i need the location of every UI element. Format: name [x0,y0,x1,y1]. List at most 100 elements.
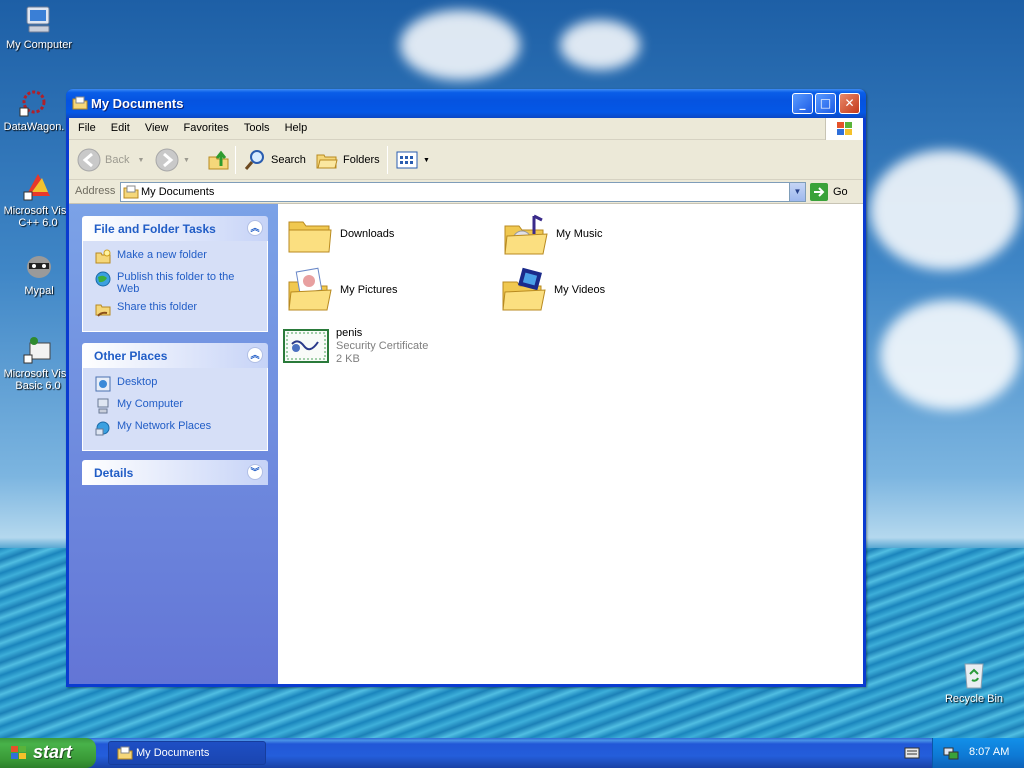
datawagon-icon [19,90,46,117]
panel-title: File and Folder Tasks [94,222,216,236]
folders-button[interactable]: Folders [315,148,380,172]
task-label: Make a new folder [117,249,207,261]
cloud [560,20,640,70]
computer-icon [26,6,50,33]
close-icon: ✕ [844,96,855,110]
search-label: Search [271,154,306,166]
visual-basic-icon [23,337,51,364]
panel-title: Other Places [94,349,168,363]
item-name: penis [336,326,363,339]
item-name: My Videos [554,283,606,296]
details-header[interactable]: Details ︾ [82,460,268,485]
explorer-window: My Documents _ □ ✕ File Edit View Favori… [66,89,866,687]
item-type: Security Certificate [336,339,429,352]
details-panel: Details ︾ [82,460,268,485]
close-button[interactable]: ✕ [839,93,860,114]
file-folder-tasks-body: Make a new folder Publish this folder to… [82,241,268,332]
desktop-icon-label: Recycle Bin [944,693,1004,705]
file-folder-tasks-panel: File and Folder Tasks ︽ Make a new folde… [82,216,268,332]
visual-cpp-icon [23,174,50,201]
documents-folder-icon [117,746,133,760]
place-label: Desktop [117,376,158,388]
maximize-icon: □ [819,96,832,110]
desktop-icon-datawagon[interactable]: DataWagon. [0,86,74,133]
menu-tools[interactable]: Tools [238,118,276,134]
up-folder-button[interactable] [207,148,231,172]
menu-view[interactable]: View [139,118,175,134]
views-dropdown-icon: ▼ [423,156,430,164]
collapse-chevron-icon[interactable]: ︽ [247,220,263,236]
place-label: My Computer [117,398,184,410]
folder-my-videos[interactable]: My Videos [500,266,605,314]
menu-help[interactable]: Help [279,118,314,134]
task-pane: File and Folder Tasks ︽ Make a new folde… [69,204,278,684]
raccoon-icon [27,256,51,278]
back-arrow-icon [77,148,101,172]
place-desktop[interactable]: Desktop [95,376,259,392]
address-input[interactable]: My Documents ▼ [120,182,806,202]
go-button[interactable]: Go [810,183,848,201]
item-size: 2 KB [336,352,360,365]
forward-arrow-icon [155,148,179,172]
minimize-button[interactable]: _ [792,93,813,114]
windows-flag-icon [837,122,852,135]
taskbar-button-label: My Documents [136,747,210,759]
window-body: File and Folder Tasks ︽ Make a new folde… [69,204,863,684]
menu-file[interactable]: File [72,118,102,134]
other-places-header[interactable]: Other Places ︽ [82,343,268,368]
videos-folder-icon [502,267,546,311]
window-title: My Documents [91,96,184,111]
collapse-chevron-icon[interactable]: ︽ [247,347,263,363]
place-label: My Network Places [117,420,212,432]
forward-dropdown-icon[interactable]: ▼ [183,157,190,164]
clock[interactable]: 8:07 AM [969,746,1009,758]
desktop-icon-label: My Computer [5,39,73,51]
address-value: My Documents [141,186,215,198]
desktop-icon-recycle-bin[interactable]: Recycle Bin [934,658,1014,705]
file-security-certificate[interactable]: penis Security Certificate 2 KB [282,322,428,370]
keyboard-icon[interactable] [904,747,920,759]
start-button[interactable]: start [0,738,96,768]
pictures-folder-icon [288,267,332,311]
share-folder-icon [95,304,111,317]
file-list-view: Downloads My Music My Pictures My Videos… [278,204,863,684]
search-button[interactable]: Search [243,148,306,172]
folder-my-music[interactable]: My Music [502,210,602,258]
file-info: penis Security Certificate 2 KB [336,327,428,366]
views-button[interactable]: ▼ [395,148,430,172]
other-places-body: Desktop My Computer My Network Places [82,368,268,451]
documents-folder-icon [72,96,88,110]
title-bar[interactable]: My Documents _ □ ✕ [66,89,866,118]
address-dropdown-button[interactable]: ▼ [789,183,805,201]
task-make-new-folder[interactable]: Make a new folder [95,249,259,265]
back-button[interactable]: Back ▼ [77,148,144,172]
file-folder-tasks-header[interactable]: File and Folder Tasks ︽ [82,216,268,241]
folder-my-pictures[interactable]: My Pictures [286,266,397,314]
folder-downloads[interactable]: Downloads [286,210,394,258]
menu-edit[interactable]: Edit [105,118,136,134]
expand-chevron-icon[interactable]: ︾ [247,464,263,480]
back-dropdown-icon[interactable]: ▼ [137,157,144,164]
back-label: Back [105,154,130,166]
taskbar-button-my-documents[interactable]: My Documents [108,741,266,765]
network-tray-icon[interactable] [943,745,959,761]
task-share-folder[interactable]: Share this folder [95,301,259,317]
desktop-icon-label: DataWagon. [3,121,65,133]
computer-icon [97,398,109,414]
item-name: My Pictures [340,283,398,296]
menu-favorites[interactable]: Favorites [178,118,235,134]
place-my-network-places[interactable]: My Network Places [95,420,259,436]
item-name: My Music [556,227,603,240]
search-icon [244,150,264,170]
desktop-icon-my-computer[interactable]: My Computer [0,4,79,51]
certificate-icon [283,329,329,363]
cloud [400,10,520,80]
task-publish-to-web[interactable]: Publish this folder to the Web [95,271,259,295]
menu-bar: File Edit View Favorites Tools Help [69,118,863,140]
music-folder-icon [504,214,548,255]
network-places-icon [95,421,110,436]
maximize-button[interactable]: □ [815,93,836,114]
place-my-computer[interactable]: My Computer [95,398,259,414]
minimize-icon: _ [799,96,806,110]
forward-button[interactable]: ▼ [155,148,190,172]
